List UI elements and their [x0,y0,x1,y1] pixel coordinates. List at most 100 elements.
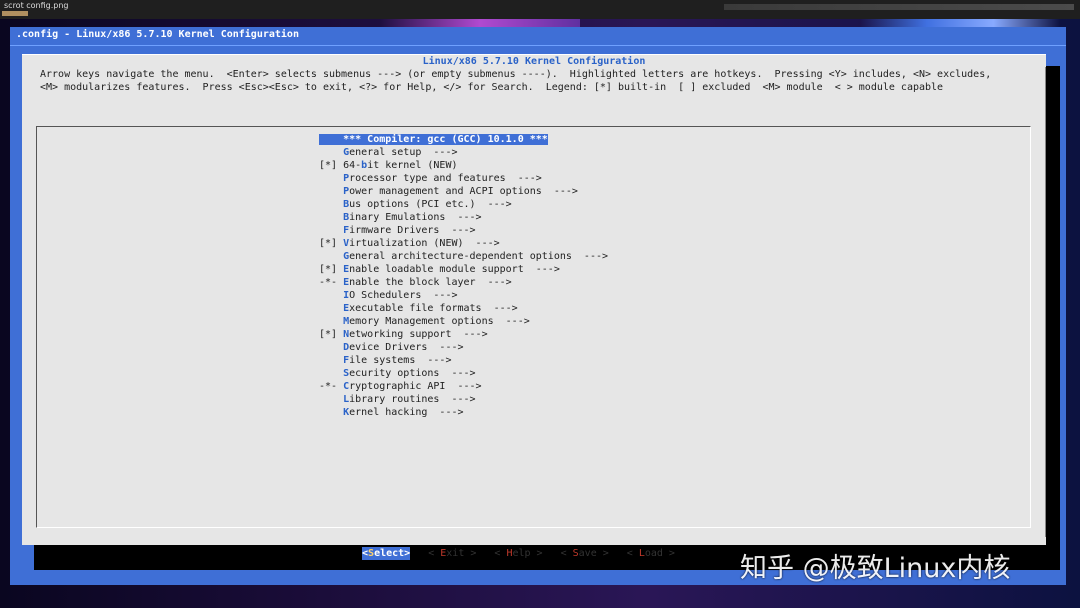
button-text: < [560,548,573,559]
label-text: evice Drivers ---> [349,342,464,353]
menu-item[interactable]: [*] Networking support ---> [319,328,608,341]
exit-button[interactable]: < Exit > [428,547,476,560]
button-text: xit [446,548,465,559]
label-text: irtualization (NEW) ---> [349,238,500,249]
menu-item[interactable]: [*] Virtualization (NEW) ---> [319,237,608,250]
menu-item-state: [*] [319,264,344,275]
label-text: ecurity options ---> [349,368,476,379]
button-bar: <Select> < Exit > < Help > < Save > < Load > [362,547,693,560]
menu-item-state [319,134,344,145]
label-text: etworking support ---> [349,329,488,340]
menu-item[interactable]: Security options ---> [319,367,608,380]
system-top-bar: scrot config.png [0,0,1080,19]
menu-item-label: Executable file formats ---> [343,303,518,314]
help-button[interactable]: < Help > [494,547,542,560]
label-text: ryptographic API ---> [349,381,482,392]
menu-item-state [319,394,343,405]
menu-item-label: 64-bit kernel (NEW) [343,160,457,171]
menu-item-state [319,199,343,210]
button-text: > [596,548,609,559]
workspace-indicator[interactable] [2,11,28,16]
menu-item-state [319,186,343,197]
help-text: Arrow keys navigate the menu. <Enter> se… [40,68,991,94]
menu-item-label: General architecture-dependent options -… [343,251,608,262]
menu-item-state [319,368,343,379]
button-text: elect [374,548,405,559]
menu-item-label: Security options ---> [343,368,475,379]
label-text: it kernel (NEW) [367,160,458,171]
menu-item-label: File systems ---> [343,355,451,366]
menu-item[interactable]: -*- Cryptographic API ---> [319,380,608,393]
menu-item[interactable]: Bus options (PCI etc.) ---> [319,198,608,211]
label-text: nable loadable module support ---> [349,264,560,275]
title-divider [10,45,1066,46]
menu-item-state [319,290,343,301]
menu-item-label: IO Schedulers ---> [343,290,457,301]
menu-item-label: General setup ---> [343,147,457,158]
menu-item[interactable]: Library routines ---> [319,393,608,406]
menu-list-box: *** Compiler: gcc (GCC) 10.1.0 *** Gener… [36,126,1031,528]
terminal-title: .config - Linux/x86 5.7.10 Kernel Config… [16,29,299,40]
label-text: us options (PCI etc.) ---> [349,199,512,210]
menu-item[interactable]: IO Schedulers ---> [319,289,608,302]
screenshot-filename: scrot config.png [4,1,69,10]
menu-item-state: -*- [319,277,344,288]
menu-item[interactable]: General architecture-dependent options -… [319,250,608,263]
watermark: 知乎 @极致Linux内核 [740,553,1011,584]
button-text: elp [512,548,531,559]
save-button[interactable]: < Save > [561,547,609,560]
label-text: ile systems ---> [349,355,452,366]
menu-item[interactable]: General setup ---> [319,146,608,159]
help-line: Arrow keys navigate the menu. <Enter> se… [40,69,992,80]
menu-item-label: Memory Management options ---> [343,316,530,327]
menu-item-label: Device Drivers ---> [343,342,463,353]
menu-item-label: Kernel hacking ---> [343,407,463,418]
menu-item-state [319,407,343,418]
menu-item[interactable]: Firmware Drivers ---> [319,224,608,237]
button-text: oad [644,548,663,559]
menu-item[interactable]: Kernel hacking ---> [319,406,608,419]
label-text: inary Emulations ---> [349,212,482,223]
label-text: *** Compiler: gcc (GCC) 10.1.0 *** [343,134,548,145]
menu-item[interactable]: Device Drivers ---> [319,341,608,354]
menu-item[interactable]: Power management and ACPI options ---> [319,185,608,198]
menu-item-state [319,342,343,353]
button-text: ave [578,548,597,559]
label-text: ernel hacking ---> [349,407,464,418]
label-text: xecutable file formats ---> [349,303,518,314]
load-button[interactable]: < Load > [627,547,675,560]
menu-item[interactable]: -*- Enable the block layer ---> [319,276,608,289]
select-button[interactable]: <Select> [362,547,411,560]
menu-item[interactable]: *** Compiler: gcc (GCC) 10.1.0 *** [319,133,608,146]
label-text: irmware Drivers ---> [349,225,476,236]
menu-item-state: -*- [319,381,344,392]
menu-item[interactable]: Binary Emulations ---> [319,211,608,224]
label-text: rocessor type and features ---> [349,173,542,184]
button-text: < [626,548,639,559]
label-text: 64- [343,160,362,171]
button-text: > [464,548,477,559]
menu-item[interactable]: [*] Enable loadable module support ---> [319,263,608,276]
label-text: emory Management options ---> [349,316,530,327]
menu-item-label: Firmware Drivers ---> [343,225,475,236]
menu-item-label: Binary Emulations ---> [343,212,481,223]
menu-item-state: [*] [319,238,344,249]
menu-item[interactable]: Executable file formats ---> [319,302,608,315]
button-text: > [530,548,543,559]
menu-item-state [319,212,343,223]
menu-item[interactable]: Memory Management options ---> [319,315,608,328]
menu-item-label: Processor type and features ---> [343,173,542,184]
menu-item-state: [*] [319,329,344,340]
menu-item-label: Power management and ACPI options ---> [343,186,578,197]
wallpaper-glow [860,19,1060,27]
wallpaper-glow [380,19,580,27]
menu-item[interactable]: [*] 64-bit kernel (NEW) [319,159,608,172]
dialog-scrollbar[interactable] [1045,67,1046,537]
menu-item-label: Cryptographic API ---> [343,381,481,392]
dialog-title: Linux/x86 5.7.10 Kernel Configuration [422,56,646,67]
menu-item-label: Bus options (PCI etc.) ---> [343,199,512,210]
menu-item[interactable]: Processor type and features ---> [319,172,608,185]
menu-item-state [319,147,343,158]
menu-item[interactable]: File systems ---> [319,354,608,367]
label-text: O Schedulers ---> [349,290,458,301]
